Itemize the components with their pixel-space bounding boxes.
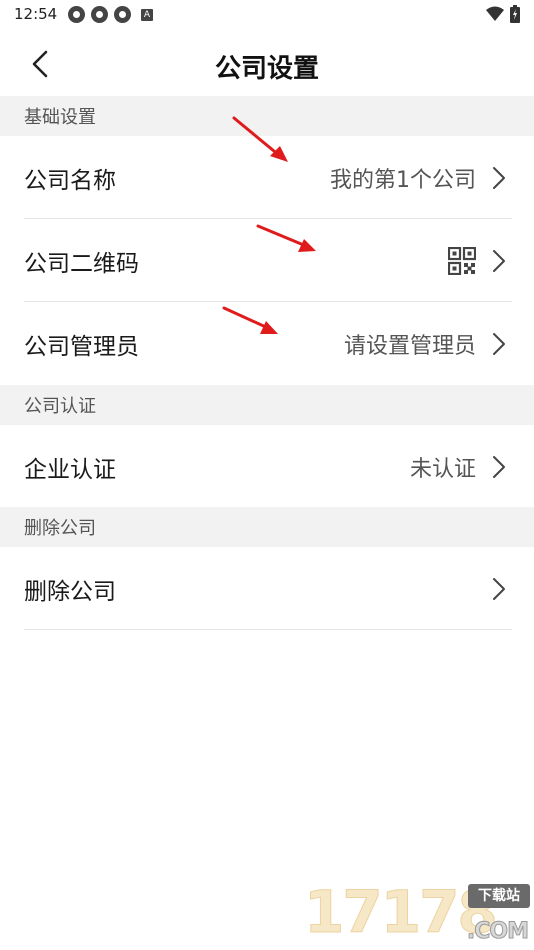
row-value: 我的第1个公司 [330,167,476,193]
a-badge-icon: A [141,8,153,21]
row-label: 公司管理员 [24,333,139,360]
status-system-icons [486,5,520,23]
watermark-suffix: .COM [466,919,529,945]
annotation-arrow [256,224,316,252]
row-label: 公司名称 [24,167,116,194]
annotation-arrow [222,306,278,334]
chevron-right-icon [493,167,505,189]
status-time: 12:54 [14,5,58,23]
sync-icon [68,6,85,23]
row-label: 公司二维码 [24,250,139,277]
row-value: 未认证 [409,456,476,482]
delete-company-row[interactable]: 删除公司 [0,547,534,630]
battery-icon [510,5,520,23]
row-label: 企业认证 [24,456,116,483]
chevron-right-icon [493,456,505,478]
enterprise-certification-row[interactable]: 企业认证 未认证 [0,425,534,508]
qr-code-icon [448,247,476,275]
chevron-right-icon [493,250,505,272]
chevron-right-icon [493,578,505,600]
row-value: 请设置管理员 [343,333,476,359]
sync-icon [91,6,108,23]
page-title: 公司设置 [214,54,319,84]
wifi-icon [486,6,504,21]
status-notification-icons: A [68,6,153,23]
chevron-right-icon [493,333,505,355]
status-bar: 12:54 A [0,0,534,30]
sync-icon [114,6,131,23]
row-label: 删除公司 [24,578,116,605]
watermark-tag: 下载站 [468,884,530,908]
app-header: 公司设置 [0,30,534,96]
section-header-certification: 公司认证 [0,385,534,425]
annotation-arrow [232,116,288,162]
section-header-delete: 删除公司 [0,507,534,547]
site-watermark: 17178 下载站 .COM [304,878,530,947]
divider [24,629,512,630]
